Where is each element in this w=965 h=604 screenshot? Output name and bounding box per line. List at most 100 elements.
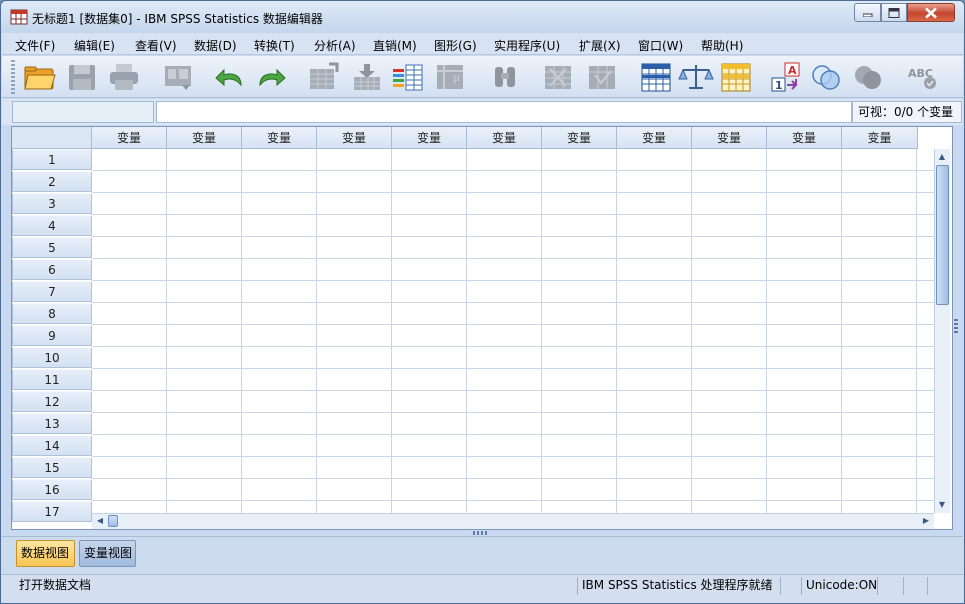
split-file-button[interactable] [638, 61, 674, 93]
menu-help[interactable]: 帮助(H) [701, 37, 743, 54]
row-header[interactable]: 2 [12, 171, 92, 192]
row-header[interactable]: 17 [12, 501, 92, 522]
recall-dialog-icon [165, 66, 191, 90]
status-cell-empty-1 [780, 577, 800, 595]
column-header[interactable]: 变量 [92, 127, 167, 149]
select-cases-button[interactable] [718, 61, 754, 93]
column-header[interactable]: 变量 [542, 127, 617, 149]
menu-analyze[interactable]: 分析(A) [314, 37, 356, 54]
print-icon [110, 64, 138, 90]
menu-direct-marketing[interactable]: 直销(M) [373, 37, 417, 54]
menu-edit[interactable]: 编辑(E) [74, 37, 115, 54]
row-header[interactable]: 6 [12, 259, 92, 280]
menu-bar: 文件(F) 编辑(E) 查看(V) 数据(D) 转换(T) 分析(A) 直销(M… [2, 33, 963, 55]
grid-corner[interactable] [12, 127, 92, 149]
column-header[interactable]: 变量 [167, 127, 242, 149]
row-header[interactable]: 12 [12, 391, 92, 412]
tab-data-view[interactable]: 数据视图 [16, 540, 75, 567]
weight-cases-button[interactable] [678, 61, 714, 93]
row-header[interactable]: 9 [12, 325, 92, 346]
view-tabs: 数据视图 变量视图 [2, 536, 963, 574]
open-data-button[interactable] [22, 61, 58, 93]
undo-button[interactable] [212, 61, 248, 93]
column-header[interactable]: 变量 [317, 127, 392, 149]
svg-text:μ: μ [453, 71, 460, 84]
vertical-scroll-thumb[interactable] [936, 165, 949, 305]
go-to-variable-icon [354, 64, 380, 90]
menu-extensions[interactable]: 扩展(X) [579, 37, 621, 54]
row-header[interactable]: 11 [12, 369, 92, 390]
scroll-left-arrow-icon[interactable]: ◀ [93, 514, 107, 528]
row-header[interactable]: 13 [12, 413, 92, 434]
show-all-variables-button[interactable] [850, 61, 886, 93]
vertical-scrollbar[interactable]: ▲ ▼ [934, 149, 950, 513]
maximize-button[interactable] [881, 3, 907, 22]
run-descriptives-button[interactable]: μ [433, 61, 469, 93]
scroll-up-arrow-icon[interactable]: ▲ [935, 150, 949, 164]
row-header[interactable]: 5 [12, 237, 92, 258]
side-splitter-grip[interactable] [954, 319, 958, 333]
row-header[interactable]: 15 [12, 457, 92, 478]
status-message: 打开数据文档 [19, 578, 92, 592]
column-header[interactable]: 变量 [242, 127, 317, 149]
minimize-button[interactable] [854, 3, 881, 22]
row-header[interactable]: 4 [12, 215, 92, 236]
insert-variable-button[interactable] [584, 61, 620, 93]
horizontal-scrollbar[interactable]: ◀ ▶ [92, 513, 934, 529]
cell-reference-box [12, 101, 154, 123]
toolbar-grip[interactable] [11, 60, 15, 94]
save-button[interactable] [64, 61, 100, 93]
find-button[interactable] [487, 61, 523, 93]
title-bar[interactable]: 无标题1 [数据集0] - IBM SPSS Statistics 数据编辑器 [1, 1, 964, 33]
tab-variable-view[interactable]: 变量视图 [79, 540, 136, 567]
use-variable-sets-button[interactable] [808, 61, 844, 93]
row-header[interactable]: 3 [12, 193, 92, 214]
menu-data[interactable]: 数据(D) [194, 37, 237, 54]
pane-splitter-grip[interactable] [473, 531, 489, 535]
menu-utilities[interactable]: 实用程序(U) [494, 37, 560, 54]
row-header[interactable]: 8 [12, 303, 92, 324]
row-header[interactable]: 16 [12, 479, 92, 500]
column-header[interactable]: 变量 [617, 127, 692, 149]
variables-button[interactable] [390, 61, 426, 93]
spell-check-icon: ABC [908, 67, 936, 89]
row-header[interactable]: 1 [12, 149, 92, 170]
column-header[interactable]: 变量 [392, 127, 467, 149]
menu-window[interactable]: 窗口(W) [638, 37, 683, 54]
scroll-right-arrow-icon[interactable]: ▶ [919, 514, 933, 528]
row-header[interactable]: 14 [12, 435, 92, 456]
split-file-icon [641, 63, 671, 92]
svg-text:1: 1 [775, 79, 783, 92]
insert-cases-button[interactable] [540, 61, 576, 93]
menu-view[interactable]: 查看(V) [135, 37, 177, 54]
recall-dialog-button[interactable] [160, 61, 196, 93]
window-title: 无标题1 [数据集0] - IBM SPSS Statistics 数据编辑器 [32, 12, 323, 26]
scroll-down-arrow-icon[interactable]: ▼ [935, 498, 949, 512]
column-header[interactable]: 变量 [842, 127, 918, 149]
grid-cells[interactable] [92, 149, 937, 513]
menu-file[interactable]: 文件(F) [15, 37, 55, 54]
minimize-icon [862, 13, 872, 17]
menu-transform[interactable]: 转换(T) [254, 37, 295, 54]
go-to-variable-button[interactable] [348, 61, 384, 93]
value-labels-button[interactable]: A 1 [770, 61, 806, 93]
spell-check-button[interactable]: ABC [904, 61, 940, 93]
column-header[interactable]: 变量 [467, 127, 542, 149]
column-header[interactable]: 变量 [692, 127, 767, 149]
data-grid: 变量 变量 变量 变量 变量 变量 变量 变量 变量 变量 变量 1 2 3 4 5 6 7 8 9 10 11 12 13… [11, 126, 953, 530]
spss-app-icon[interactable] [10, 8, 28, 26]
redo-button[interactable] [253, 61, 289, 93]
go-to-case-button[interactable] [305, 61, 341, 93]
print-button[interactable] [106, 61, 142, 93]
svg-text:A: A [788, 64, 797, 77]
visible-variables-label: 可视：0/0 个变量 [852, 101, 962, 123]
toolbar: μ A 1 ABC [2, 56, 963, 98]
redo-icon [259, 68, 286, 87]
row-header[interactable]: 7 [12, 281, 92, 302]
row-header[interactable]: 10 [12, 347, 92, 368]
cell-value-input[interactable] [156, 101, 852, 123]
horizontal-scroll-thumb[interactable] [108, 515, 118, 527]
menu-graphs[interactable]: 图形(G) [434, 37, 477, 54]
column-header[interactable]: 变量 [767, 127, 842, 149]
close-button[interactable] [907, 3, 955, 22]
